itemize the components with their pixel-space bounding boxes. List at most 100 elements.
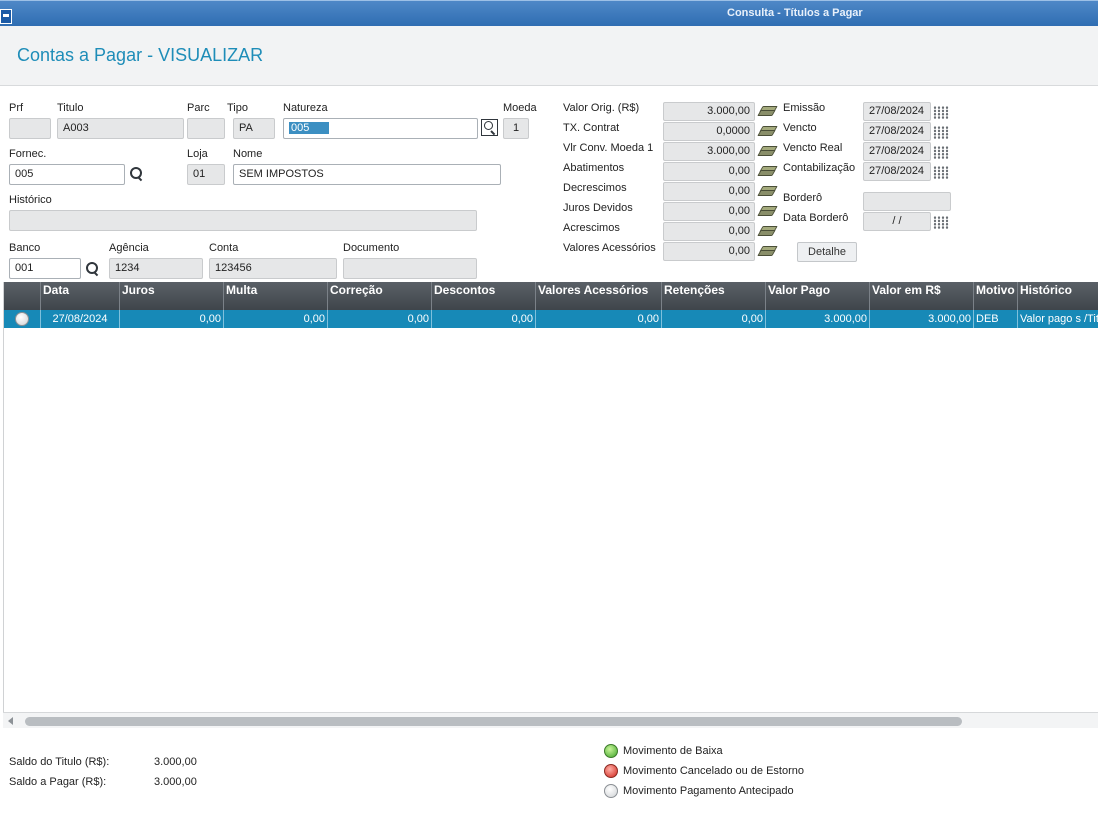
cell-correcao: 0,00 bbox=[327, 310, 431, 328]
bordero-label: Borderô bbox=[783, 192, 823, 204]
fornec-label: Fornec. bbox=[9, 148, 47, 160]
calendar-icon[interactable] bbox=[933, 216, 949, 229]
data-bordero-field[interactable]: / / bbox=[863, 212, 931, 231]
parc-field[interactable] bbox=[187, 118, 225, 139]
conta-field[interactable]: 123456 bbox=[209, 258, 337, 279]
cell-valor-pago: 3.000,00 bbox=[765, 310, 869, 328]
valor-orig-label: Valor Orig. (R$) bbox=[563, 102, 640, 114]
titulo-label: Titulo bbox=[57, 102, 84, 114]
vencto-real-field[interactable]: 27/08/2024 bbox=[863, 142, 931, 161]
loja-field[interactable]: 01 bbox=[187, 164, 225, 185]
money-icon[interactable] bbox=[757, 246, 778, 258]
legend-antecipado-label: Movimento Pagamento Antecipado bbox=[623, 785, 794, 797]
bordero-field[interactable] bbox=[863, 192, 951, 211]
money-icon[interactable] bbox=[757, 126, 778, 138]
vencto-field[interactable]: 27/08/2024 bbox=[863, 122, 931, 141]
scroll-left-icon[interactable] bbox=[8, 717, 13, 725]
historico-label: Histórico bbox=[9, 194, 52, 206]
detalhe-button[interactable]: Detalhe bbox=[797, 242, 857, 262]
cell-data: 27/08/2024 bbox=[40, 310, 119, 328]
money-icon[interactable] bbox=[757, 146, 778, 158]
agencia-field[interactable]: 1234 bbox=[109, 258, 203, 279]
window-title: Consulta - Títulos a Pagar bbox=[727, 7, 863, 19]
page-header: Contas a Pagar - VISUALIZAR bbox=[0, 26, 1098, 86]
decrescimos-field[interactable]: 0,00 bbox=[663, 182, 755, 201]
grid-col-valor-rs[interactable]: Valor em R$ bbox=[869, 282, 973, 310]
juros-devidos-field[interactable]: 0,00 bbox=[663, 202, 755, 221]
saldo-titulo-value: 3.000,00 bbox=[154, 756, 197, 768]
calendar-icon[interactable] bbox=[933, 126, 949, 139]
tx-contrat-label: TX. Contrat bbox=[563, 122, 620, 134]
saldo-pagar-value: 3.000,00 bbox=[154, 776, 197, 788]
grid-col-motivo[interactable]: Motivo bbox=[973, 282, 1017, 310]
table-row[interactable]: 27/08/2024 0,00 0,00 0,00 0,00 0,00 0,00… bbox=[4, 310, 1098, 328]
fornec-field[interactable]: 005 bbox=[9, 164, 125, 185]
natureza-search-icon[interactable] bbox=[481, 119, 498, 136]
emissao-label: Emissão bbox=[783, 102, 826, 114]
grid-col-valor-pago[interactable]: Valor Pago bbox=[765, 282, 869, 310]
grid-col-juros[interactable]: Juros bbox=[119, 282, 223, 310]
prf-label: Prf bbox=[9, 102, 24, 114]
cell-valor-rs: 3.000,00 bbox=[869, 310, 973, 328]
valores-acessorios-field[interactable]: 0,00 bbox=[663, 242, 755, 261]
grid-col-multa[interactable]: Multa bbox=[223, 282, 327, 310]
money-icon[interactable] bbox=[757, 166, 778, 178]
movements-grid: Data Juros Multa Correção Descontos Valo… bbox=[3, 282, 1098, 712]
moeda-label: Moeda bbox=[503, 102, 537, 114]
grid-col-valores-acessorios[interactable]: Valores Acessórios bbox=[535, 282, 661, 310]
tipo-label: Tipo bbox=[227, 102, 248, 114]
money-icon[interactable] bbox=[757, 186, 778, 198]
grid-col-descontos[interactable]: Descontos bbox=[431, 282, 535, 310]
white-status-icon bbox=[604, 784, 618, 798]
calendar-icon[interactable] bbox=[933, 106, 949, 119]
money-icon[interactable] bbox=[757, 106, 778, 118]
window-titlebar: Consulta - Títulos a Pagar bbox=[0, 0, 1098, 26]
cell-juros: 0,00 bbox=[119, 310, 223, 328]
cell-retencoes: 0,00 bbox=[661, 310, 765, 328]
grid-col-historico[interactable]: Histórico bbox=[1017, 282, 1098, 310]
data-bordero-label: Data Borderô bbox=[783, 212, 849, 224]
acrescimos-field[interactable]: 0,00 bbox=[663, 222, 755, 241]
valor-orig-field[interactable]: 3.000,00 bbox=[663, 102, 755, 121]
cell-multa: 0,00 bbox=[223, 310, 327, 328]
contabilizacao-label: Contabilização bbox=[783, 162, 856, 174]
cell-valores-acessorios: 0,00 bbox=[535, 310, 661, 328]
decrescimos-label: Decrescimos bbox=[563, 182, 627, 194]
banco-field[interactable]: 001 bbox=[9, 258, 81, 279]
saldo-titulo-label: Saldo do Titulo (R$): bbox=[9, 756, 110, 768]
fornec-search-icon[interactable] bbox=[128, 166, 144, 182]
documento-label: Documento bbox=[343, 242, 400, 254]
status-radio-icon[interactable] bbox=[15, 312, 29, 326]
prf-field[interactable] bbox=[9, 118, 51, 139]
historico-field[interactable] bbox=[9, 210, 477, 231]
contabilizacao-field[interactable]: 27/08/2024 bbox=[863, 162, 931, 181]
tx-contrat-field[interactable]: 0,0000 bbox=[663, 122, 755, 141]
banco-search-icon[interactable] bbox=[84, 261, 100, 277]
documento-field[interactable] bbox=[343, 258, 477, 279]
natureza-field[interactable]: 005 bbox=[283, 118, 478, 139]
legend-baixa-label: Movimento de Baixa bbox=[623, 745, 723, 757]
juros-devidos-label: Juros Devidos bbox=[563, 202, 633, 214]
scrollbar-thumb[interactable] bbox=[25, 717, 962, 726]
abatimentos-field[interactable]: 0,00 bbox=[663, 162, 755, 181]
moeda-field[interactable]: 1 bbox=[503, 118, 529, 139]
grid-col-data[interactable]: Data bbox=[40, 282, 119, 310]
grid-col-correcao[interactable]: Correção bbox=[327, 282, 431, 310]
vencto-real-label: Vencto Real bbox=[783, 142, 843, 154]
grid-col-retencoes[interactable]: Retenções bbox=[661, 282, 765, 310]
money-icon[interactable] bbox=[757, 206, 778, 218]
grid-col-status[interactable] bbox=[4, 282, 40, 310]
vlr-conv-field[interactable]: 3.000,00 bbox=[663, 142, 755, 161]
calendar-icon[interactable] bbox=[933, 166, 949, 179]
valores-acessorios-label: Valores Acessórios bbox=[563, 242, 656, 254]
horizontal-scrollbar[interactable] bbox=[3, 712, 1098, 728]
app-icon bbox=[0, 9, 12, 24]
emissao-field[interactable]: 27/08/2024 bbox=[863, 102, 931, 121]
nome-field[interactable]: SEM IMPOSTOS bbox=[233, 164, 501, 185]
money-icon[interactable] bbox=[757, 226, 778, 238]
banco-label: Banco bbox=[9, 242, 41, 254]
calendar-icon[interactable] bbox=[933, 146, 949, 159]
tipo-field[interactable]: PA bbox=[233, 118, 275, 139]
cell-historico: Valor pago s /Titu bbox=[1017, 310, 1098, 328]
titulo-field[interactable]: A003 bbox=[57, 118, 184, 139]
